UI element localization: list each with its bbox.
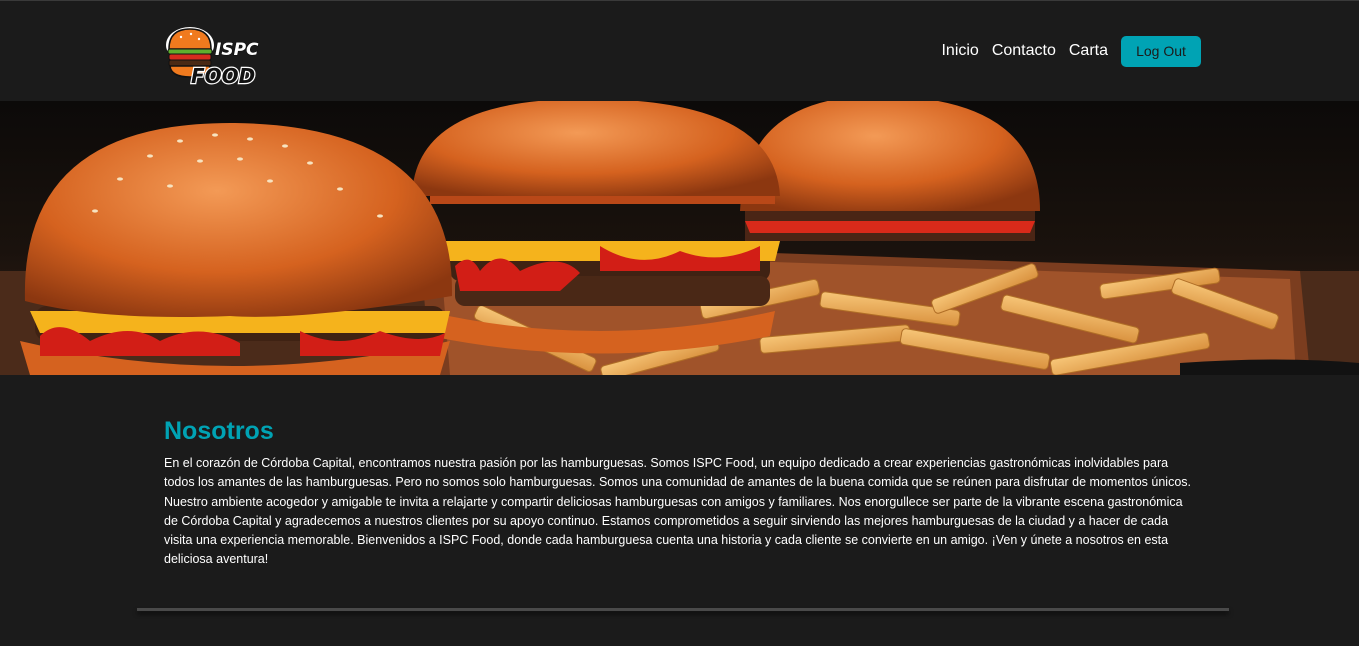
hamburgers-photo bbox=[0, 101, 1359, 375]
about-title: Nosotros bbox=[164, 417, 274, 445]
logo-text-bottom: FOOD bbox=[191, 64, 255, 87]
nav-link-contacto[interactable]: Contacto bbox=[992, 35, 1056, 67]
hero-banner-image bbox=[0, 101, 1359, 375]
section-divider bbox=[137, 608, 1229, 611]
logout-button[interactable]: Log Out bbox=[1121, 35, 1201, 67]
logo-text-top: ISPC bbox=[215, 40, 259, 60]
about-section: Nosotros En el corazón de Córdoba Capita… bbox=[164, 412, 1194, 570]
navbar: ISPC FOOD Inicio Contacto Carta Log Out bbox=[0, 0, 1359, 101]
ispc-food-logo[interactable]: ISPC FOOD bbox=[163, 25, 263, 87]
about-paragraph: En el corazón de Córdoba Capital, encont… bbox=[164, 456, 1191, 567]
nav-link-carta[interactable]: Carta bbox=[1069, 35, 1108, 67]
nav-link-inicio[interactable]: Inicio bbox=[941, 35, 978, 67]
main-nav: Inicio Contacto Carta Log Out bbox=[941, 35, 1201, 67]
